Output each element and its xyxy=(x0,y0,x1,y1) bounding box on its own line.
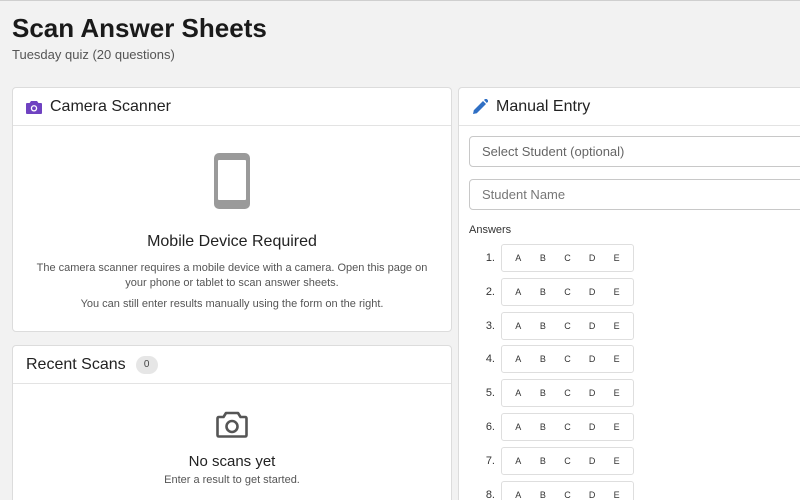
choice-option-e[interactable]: E xyxy=(604,253,629,263)
choice-group: ABCDE xyxy=(501,446,634,475)
answer-row: 6. A B C D E xyxy=(469,413,634,441)
choice-option-c[interactable]: C xyxy=(555,321,580,331)
scan-count-badge: 0 xyxy=(135,355,158,374)
question-number: 5. xyxy=(485,387,495,400)
choice-option-d[interactable]: D xyxy=(580,354,605,364)
choice-option-e[interactable]: E xyxy=(604,490,629,500)
choice-group: ABCDE xyxy=(501,277,634,306)
question-number: 6. xyxy=(485,421,495,433)
answer-row: 5. A B C D E xyxy=(469,379,634,408)
choice-option-e[interactable]: E xyxy=(604,422,629,432)
choice-option-b[interactable]: B xyxy=(531,422,556,432)
choice-option-e[interactable]: E xyxy=(604,354,629,364)
choice-option-b[interactable]: B xyxy=(531,354,556,364)
answer-row: 4. A B C D E xyxy=(469,345,634,374)
choice-option-b[interactable]: B xyxy=(531,321,556,331)
question-number: 8. xyxy=(485,488,495,500)
choice-option-e[interactable]: E xyxy=(604,388,629,398)
choice-option-e[interactable]: E xyxy=(604,287,629,297)
choice-group: ABCDE xyxy=(501,311,634,340)
choice-group: ABCDE xyxy=(501,244,634,272)
recent-scans-card: Recent Scans 0 No scans yet Enter a resu… xyxy=(12,345,452,500)
question-number: 4. xyxy=(485,353,495,366)
choice-option-a[interactable]: A xyxy=(506,354,531,364)
answer-row: 7. A B C D E xyxy=(469,446,634,475)
choice-option-d[interactable]: D xyxy=(580,388,605,398)
pencil-icon xyxy=(472,98,488,115)
mobile-phone-icon xyxy=(213,152,251,215)
choice-group: ABCDE xyxy=(501,379,634,408)
manual-entry-title: Manual Entry xyxy=(496,97,591,115)
choice-option-c[interactable]: C xyxy=(555,490,580,500)
choice-option-c[interactable]: C xyxy=(555,354,580,364)
student-select-value: Select Student (optional) xyxy=(482,144,625,159)
student-select[interactable]: Select Student (optional) xyxy=(469,136,800,167)
camera-icon xyxy=(26,100,42,114)
answer-row: 1. A B C D E xyxy=(469,244,634,272)
mobile-required-heading: Mobile Device Required xyxy=(147,233,317,250)
choice-option-a[interactable]: A xyxy=(506,490,531,500)
manual-entry-card: Manual Entry Select Student (optional) A… xyxy=(458,87,800,500)
choice-option-d[interactable]: D xyxy=(580,422,605,432)
choice-option-d[interactable]: D xyxy=(580,490,605,500)
camera-outline-icon xyxy=(216,410,248,443)
manual-entry-header: Manual Entry xyxy=(459,88,800,126)
choice-option-a[interactable]: A xyxy=(506,456,531,466)
choice-option-d[interactable]: D xyxy=(580,321,605,331)
choice-option-a[interactable]: A xyxy=(506,422,531,432)
choice-option-a[interactable]: A xyxy=(506,287,531,297)
choice-option-b[interactable]: B xyxy=(531,253,556,263)
question-number: 3. xyxy=(485,319,495,332)
choice-option-c[interactable]: C xyxy=(555,287,580,297)
choice-option-b[interactable]: B xyxy=(531,388,556,398)
question-number: 7. xyxy=(485,454,495,467)
page-subtitle: Tuesday quiz (20 questions) xyxy=(12,47,175,62)
choice-option-b[interactable]: B xyxy=(531,456,556,466)
choice-option-d[interactable]: D xyxy=(580,456,605,466)
choice-option-e[interactable]: E xyxy=(604,456,629,466)
choice-option-b[interactable]: B xyxy=(531,287,556,297)
choice-option-c[interactable]: C xyxy=(555,422,580,432)
choice-option-c[interactable]: C xyxy=(555,456,580,466)
choice-group: ABCDE xyxy=(501,345,634,374)
manual-entry-hint: You can still enter results manually usi… xyxy=(80,298,384,310)
choice-option-a[interactable]: A xyxy=(506,253,531,263)
no-scans-text: Enter a result to get started. xyxy=(164,474,300,486)
camera-scanner-title: Camera Scanner xyxy=(50,97,171,115)
choice-group: ABCDE xyxy=(501,480,634,500)
camera-scanner-description: The camera scanner requires a mobile dev… xyxy=(36,262,428,289)
choice-option-d[interactable]: D xyxy=(580,253,605,263)
choice-group: ABCDE xyxy=(501,413,634,441)
recent-scans-header: Recent Scans 0 xyxy=(13,346,451,384)
answers-label: Answers xyxy=(469,224,512,236)
answer-row: 2. A B C D E xyxy=(469,277,634,306)
choice-option-c[interactable]: C xyxy=(555,388,580,398)
choice-option-d[interactable]: D xyxy=(580,287,605,297)
camera-scanner-header: Camera Scanner xyxy=(13,88,451,126)
choice-option-a[interactable]: A xyxy=(506,388,531,398)
camera-scanner-card: Camera Scanner Mobile Device Required Th… xyxy=(12,87,452,332)
choice-option-b[interactable]: B xyxy=(531,490,556,500)
page-title: Scan Answer Sheets xyxy=(12,13,267,43)
student-name-input[interactable] xyxy=(469,179,800,210)
recent-scans-title: Recent Scans xyxy=(26,355,126,373)
answer-row: 3. A B C D E xyxy=(469,311,634,340)
choice-option-c[interactable]: C xyxy=(555,253,580,263)
question-number: 2. xyxy=(485,285,495,298)
question-number: 1. xyxy=(485,252,495,264)
no-scans-heading: No scans yet xyxy=(188,453,276,470)
answer-row: 8. A B C D E xyxy=(469,480,634,500)
choice-option-e[interactable]: E xyxy=(604,321,629,331)
choice-option-a[interactable]: A xyxy=(506,321,531,331)
